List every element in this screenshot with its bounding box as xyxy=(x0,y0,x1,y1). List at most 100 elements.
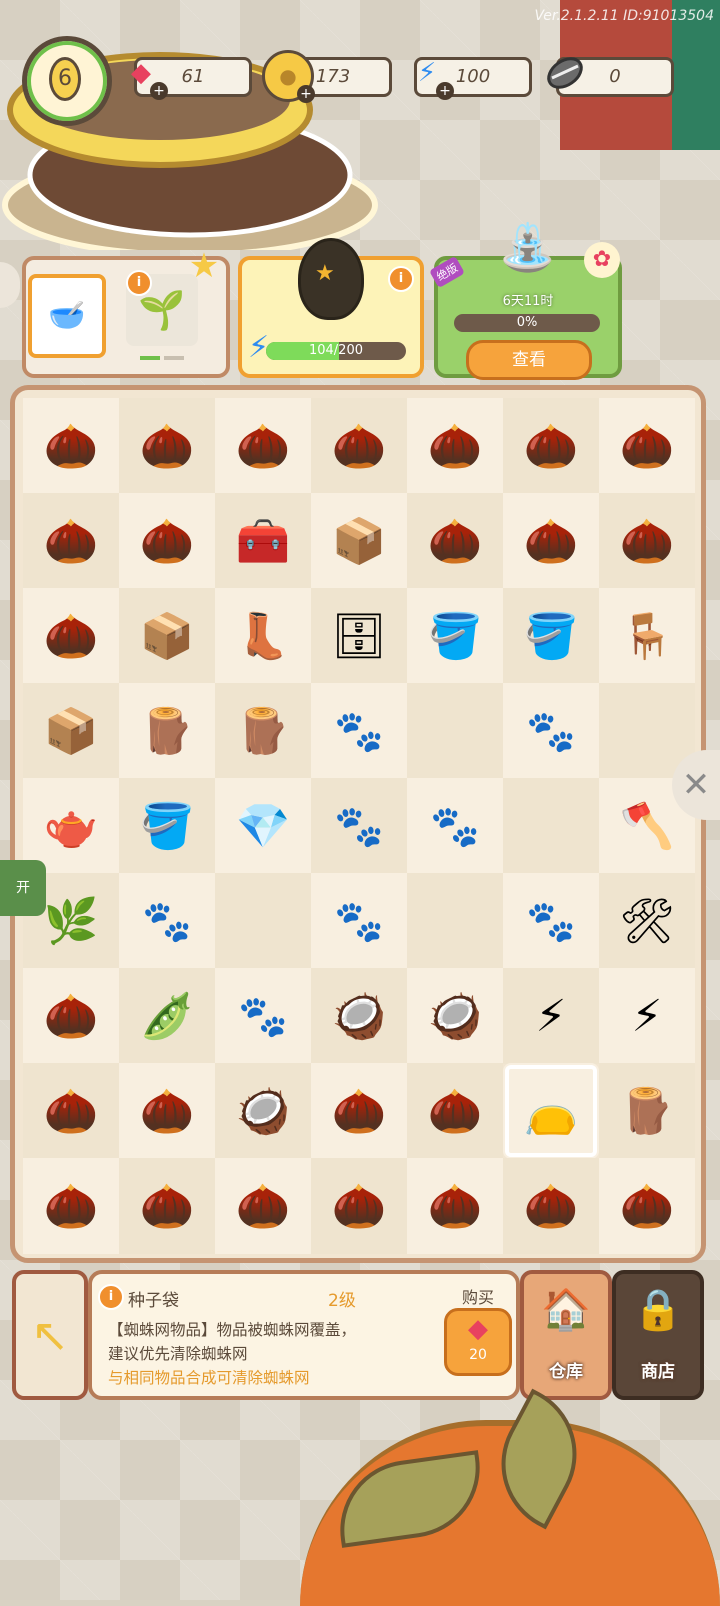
fridge-icon: 🗄 xyxy=(331,611,387,662)
board-cell-acorn[interactable]: 🌰 xyxy=(599,493,695,589)
board-cell-table[interactable]: 🪑 xyxy=(599,588,695,684)
board-cell-seed-bag[interactable]: 👝 xyxy=(503,1063,599,1159)
quest-card[interactable]: 🥣 🌱 i ★ xyxy=(22,246,230,378)
gem-icon: ◆ xyxy=(468,1314,488,1344)
energy-pot-icon: ⚡ xyxy=(631,990,663,1042)
board-cell-acorn[interactable]: 🌰 xyxy=(599,1158,695,1254)
board-cell-acorn[interactable]: 🌰 xyxy=(119,1158,215,1254)
board-cell-acorn[interactable]: 🌰 xyxy=(503,493,599,589)
back-arrow-icon: ↖ xyxy=(30,1308,70,1362)
coin-icon[interactable]: ● + xyxy=(262,50,315,103)
board-cell-empty[interactable] xyxy=(407,683,503,779)
board-cell-acorn[interactable]: 🌰 xyxy=(23,588,119,684)
sprout-icon: 🌱 xyxy=(138,288,186,332)
board-cell-bucket[interactable]: 🪣 xyxy=(119,778,215,874)
board-cell-acorn[interactable]: 🌰 xyxy=(599,398,695,494)
board-cell-acorn[interactable]: 🌰 xyxy=(23,398,119,494)
board-cell-empty[interactable]: 🐾 xyxy=(503,873,599,969)
board-cell-empty[interactable]: 🐾 xyxy=(407,778,503,874)
board-cell-shell[interactable]: 🥥 xyxy=(215,1063,311,1159)
board-cell-acorn[interactable]: 🌰 xyxy=(407,398,503,494)
view-button[interactable]: 查看 xyxy=(466,340,592,380)
info-icon[interactable]: i xyxy=(98,1284,124,1310)
buy-button[interactable]: ◆ 20 xyxy=(444,1308,512,1376)
board-cell-acorn[interactable]: 🌰 xyxy=(407,493,503,589)
crate-icon: 📦 xyxy=(139,611,195,662)
lightning-icon[interactable]: ⚡ + xyxy=(404,50,454,100)
board-cell-acorn[interactable]: 🌰 xyxy=(407,1063,503,1159)
shop-button[interactable]: 🔒 商店 xyxy=(612,1270,704,1400)
board-cell-shell[interactable]: 🥥 xyxy=(407,968,503,1064)
board-cell-acorn[interactable]: 🌰 xyxy=(23,493,119,589)
board-cell-empty[interactable]: 🐾 xyxy=(215,968,311,1064)
board-cell-empty[interactable] xyxy=(407,873,503,969)
board-cell-acorn[interactable]: 🌰 xyxy=(119,398,215,494)
board-cell-acorn[interactable]: 🌰 xyxy=(503,398,599,494)
shell-icon: 🥥 xyxy=(235,1086,291,1137)
board-cell-plank[interactable]: 🪵 xyxy=(119,683,215,779)
egg-icon: ★ xyxy=(298,238,364,320)
acorn-icon: 🌰 xyxy=(139,421,195,472)
close-icon: ✕ xyxy=(681,765,711,805)
board-cell-boots[interactable]: 👢 xyxy=(215,588,311,684)
egg-card[interactable]: ★ i ⚡ 104/200 xyxy=(238,238,424,378)
info-icon[interactable]: i xyxy=(388,266,414,292)
gem-icon[interactable]: ◆ + xyxy=(118,50,168,100)
board-cell-acorn[interactable]: 🌰 xyxy=(119,1063,215,1159)
paw-icon: 🐾 xyxy=(142,898,192,945)
board-cell-empty[interactable]: 🐾 xyxy=(119,873,215,969)
board-cell-crate[interactable]: 📦 xyxy=(311,493,407,589)
board-cell-fridge[interactable]: 🗄 xyxy=(311,588,407,684)
event-timer: 6天11时 xyxy=(502,294,554,309)
board-cell-acorn[interactable]: 🌰 xyxy=(311,1158,407,1254)
board-cell-shell[interactable]: 🥥 xyxy=(311,968,407,1064)
plus-icon: + xyxy=(297,85,315,103)
board-cell-acorn[interactable]: 🌰 xyxy=(215,1158,311,1254)
bowl-item[interactable]: 🥣 xyxy=(28,274,106,358)
board-cell-empty[interactable] xyxy=(503,778,599,874)
board-cell-acorn[interactable]: 🌰 xyxy=(215,398,311,494)
board-cell-seeds[interactable]: 🫛 xyxy=(119,968,215,1064)
info-icon[interactable]: i xyxy=(126,270,152,296)
gem-cluster-icon: ✿ xyxy=(584,242,620,278)
board-cell-empty[interactable]: 🐾 xyxy=(311,778,407,874)
board-cell-energy-pot[interactable]: ⚡ xyxy=(599,968,695,1064)
board-cell-empty[interactable]: 🐾 xyxy=(311,873,407,969)
board-cell-toolbox[interactable]: 🧰 xyxy=(215,493,311,589)
acorn-icon: 🌰 xyxy=(331,421,387,472)
shop-label: 商店 xyxy=(641,1362,675,1382)
bowl-icon: 🥣 xyxy=(48,298,86,333)
sunflower-seed-icon xyxy=(542,50,588,96)
event-card[interactable]: 绝版 ⛲ ✿ 6天11时 0% 查看 xyxy=(429,220,622,380)
board-cell-energy-pot[interactable]: ⚡ xyxy=(503,968,599,1064)
board-cell-crate[interactable]: 📦 xyxy=(119,588,215,684)
board-cell-acorn[interactable]: 🌰 xyxy=(23,968,119,1064)
player-level-badge[interactable]: 6 xyxy=(22,36,112,126)
side-tab-left[interactable]: 开 xyxy=(0,860,46,916)
board-cell-crate[interactable]: 📦 xyxy=(23,683,119,779)
plank-icon: 🪵 xyxy=(235,706,291,757)
board-cell-pot[interactable]: 🪣 xyxy=(503,588,599,684)
acorn-icon: 🌰 xyxy=(43,991,99,1042)
board-cell-acorn[interactable]: 🌰 xyxy=(503,1158,599,1254)
acorn-icon: 🌰 xyxy=(427,421,483,472)
board-cell-acorn[interactable]: 🌰 xyxy=(407,1158,503,1254)
board-cell-empty[interactable]: 🐾 xyxy=(503,683,599,779)
board-cell-empty[interactable] xyxy=(215,873,311,969)
board-cell-plank[interactable]: 🪵 xyxy=(215,683,311,779)
board-cell-acorn[interactable]: 🌰 xyxy=(23,1063,119,1159)
board-cell-acorn[interactable]: 🌰 xyxy=(311,1063,407,1159)
board-cell-acorn[interactable]: 🌰 xyxy=(119,493,215,589)
board-cell-gem-sack[interactable]: 💎 xyxy=(215,778,311,874)
paw-icon: 🐾 xyxy=(526,708,576,755)
board-cell-shovel[interactable]: 🛠 xyxy=(599,873,695,969)
crate-icon: 📦 xyxy=(43,706,99,757)
back-button[interactable]: ↖ xyxy=(12,1270,88,1400)
warehouse-button[interactable]: 🏠 仓库 xyxy=(520,1270,612,1400)
paw-icon: 🐾 xyxy=(526,898,576,945)
board-cell-pot[interactable]: 🪣 xyxy=(407,588,503,684)
board-cell-log[interactable]: 🪵 xyxy=(599,1063,695,1159)
board-cell-empty[interactable]: 🐾 xyxy=(311,683,407,779)
board-cell-acorn[interactable]: 🌰 xyxy=(23,1158,119,1254)
board-cell-acorn[interactable]: 🌰 xyxy=(311,398,407,494)
